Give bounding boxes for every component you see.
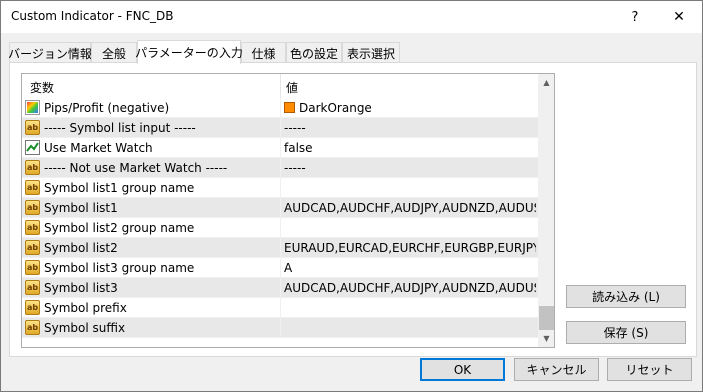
- param-value[interactable]: A: [284, 261, 536, 275]
- param-name: Symbol list1 group name: [44, 181, 195, 195]
- column-divider: [280, 318, 281, 338]
- param-name: Symbol list2: [44, 241, 118, 255]
- param-name: Pips/Profit (negative): [44, 101, 170, 115]
- table-row[interactable]: ab Symbol suffix: [22, 318, 538, 338]
- table-row[interactable]: ab Symbol list3 AUDCAD,AUDCHF,AUDJPY,AUD…: [22, 278, 538, 298]
- column-divider: [280, 138, 281, 158]
- tab-input-parameters[interactable]: パラメーターの入力: [135, 40, 243, 64]
- dialog-window: Custom Indicator - FNC_DB ? ✕ バージョン情報 全般…: [0, 0, 703, 392]
- tab-spec[interactable]: 仕様: [241, 42, 286, 63]
- param-value-text: DarkOrange: [299, 101, 372, 115]
- param-name: ----- Symbol list input -----: [44, 121, 196, 135]
- param-value[interactable]: DarkOrange: [284, 101, 536, 115]
- ok-button[interactable]: OK: [420, 358, 505, 381]
- column-divider: [280, 258, 281, 278]
- list-header: 変数 値: [22, 74, 538, 98]
- table-row[interactable]: ab Symbol list1 group name: [22, 178, 538, 198]
- column-divider: [280, 118, 281, 138]
- column-divider: [280, 198, 281, 218]
- header-variable[interactable]: 変数: [30, 79, 54, 96]
- ab-icon: ab: [25, 200, 40, 215]
- table-row[interactable]: ab ----- Not use Market Watch ----- ----…: [22, 158, 538, 178]
- window-title: Custom Indicator - FNC_DB: [11, 9, 174, 23]
- table-row[interactable]: Use Market Watch false: [22, 138, 538, 158]
- scroll-thumb[interactable]: [539, 306, 554, 330]
- table-row[interactable]: ab Symbol list1 AUDCAD,AUDCHF,AUDJPY,AUD…: [22, 198, 538, 218]
- scroll-up-icon[interactable]: ▲: [538, 74, 554, 91]
- param-value[interactable]: -----: [284, 161, 536, 175]
- title-bar: Custom Indicator - FNC_DB ? ✕: [1, 1, 702, 33]
- cancel-button[interactable]: キャンセル: [514, 358, 599, 381]
- parameter-list[interactable]: 変数 値 Pips/Profit (negative) DarkOrange a…: [21, 73, 555, 348]
- table-row[interactable]: Pips/Profit (negative) DarkOrange: [22, 98, 538, 118]
- param-name: Use Market Watch: [44, 141, 153, 155]
- parameter-rows: Pips/Profit (negative) DarkOrange ab ---…: [22, 98, 538, 338]
- param-name: Symbol list3 group name: [44, 261, 195, 275]
- help-button[interactable]: ?: [615, 1, 655, 33]
- param-value[interactable]: false: [284, 141, 536, 155]
- param-value[interactable]: AUDCAD,AUDCHF,AUDJPY,AUDNZD,AUDUSD...: [284, 201, 536, 215]
- ab-icon: ab: [25, 120, 40, 135]
- param-value[interactable]: AUDCAD,AUDCHF,AUDJPY,AUDNZD,AUDUSD...: [284, 281, 536, 295]
- column-divider: [280, 98, 281, 118]
- header-value[interactable]: 値: [286, 79, 298, 96]
- param-name: Symbol suffix: [44, 321, 126, 335]
- column-divider: [280, 278, 281, 298]
- column-divider: [280, 178, 281, 198]
- tab-visualization[interactable]: 表示選択: [342, 42, 400, 63]
- ab-icon: ab: [25, 160, 40, 175]
- reset-button[interactable]: リセット: [607, 358, 692, 381]
- column-divider: [280, 298, 281, 318]
- save-button[interactable]: 保存 (S): [566, 321, 686, 344]
- tab-colors[interactable]: 色の設定: [286, 42, 342, 63]
- param-name: Symbol list2 group name: [44, 221, 195, 235]
- param-name: Symbol list1: [44, 201, 118, 215]
- bool-glyph: [26, 142, 39, 152]
- tab-version-info[interactable]: バージョン情報: [8, 42, 92, 63]
- header-divider[interactable]: [280, 74, 281, 98]
- param-name: Symbol prefix: [44, 301, 127, 315]
- bool-icon: [25, 140, 40, 155]
- color-icon: [25, 100, 40, 115]
- ab-icon: ab: [25, 300, 40, 315]
- ab-icon: ab: [25, 180, 40, 195]
- ab-icon: ab: [25, 280, 40, 295]
- column-divider: [280, 158, 281, 178]
- ab-icon: ab: [25, 260, 40, 275]
- param-value[interactable]: -----: [284, 121, 536, 135]
- ab-icon: ab: [25, 320, 40, 335]
- table-row[interactable]: ab Symbol list3 group name A: [22, 258, 538, 278]
- color-swatch: [284, 102, 295, 113]
- table-row[interactable]: ab Symbol list2 group name: [22, 218, 538, 238]
- close-button[interactable]: ✕: [656, 1, 702, 33]
- column-divider: [280, 238, 281, 258]
- vertical-scrollbar[interactable]: ▲ ▼: [538, 74, 554, 347]
- table-row[interactable]: ab Symbol prefix: [22, 298, 538, 318]
- scroll-down-icon[interactable]: ▼: [538, 330, 554, 347]
- load-button[interactable]: 読み込み (L): [566, 285, 686, 308]
- table-row[interactable]: ab ----- Symbol list input ----- -----: [22, 118, 538, 138]
- ab-icon: ab: [25, 220, 40, 235]
- param-value[interactable]: EURAUD,EURCAD,EURCHF,EURGBP,EURJPY,E...: [284, 241, 536, 255]
- param-name: Symbol list3: [44, 281, 118, 295]
- param-name: ----- Not use Market Watch -----: [44, 161, 228, 175]
- ab-icon: ab: [25, 240, 40, 255]
- column-divider: [280, 218, 281, 238]
- tab-general[interactable]: 全般: [91, 42, 137, 63]
- table-row[interactable]: ab Symbol list2 EURAUD,EURCAD,EURCHF,EUR…: [22, 238, 538, 258]
